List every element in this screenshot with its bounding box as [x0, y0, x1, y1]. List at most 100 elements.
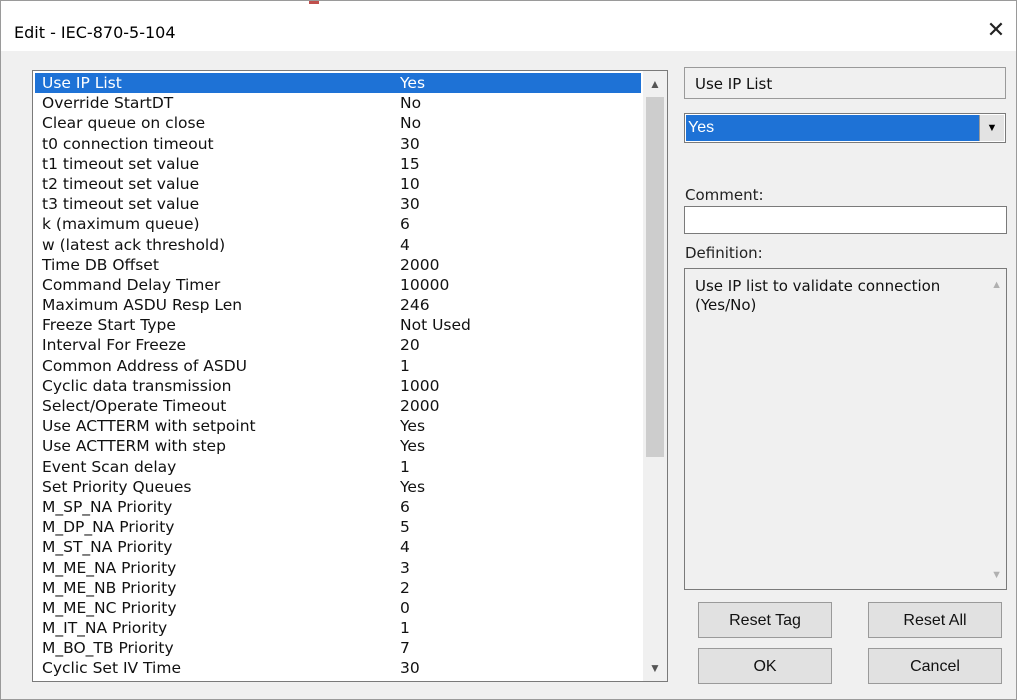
property-value: 0 — [400, 598, 410, 617]
property-row[interactable]: Clear queue on close No — [35, 113, 641, 133]
definition-box: Use IP list to validate connection (Yes/… — [684, 268, 1007, 590]
property-name: Override StartDT — [42, 94, 174, 113]
property-name: M_SP_NA Priority — [42, 497, 173, 516]
property-name: M_DP_NA Priority — [42, 518, 175, 537]
property-row[interactable]: Use ACTTERM with step Yes — [35, 436, 641, 456]
property-value: 6 — [400, 497, 410, 516]
property-row[interactable]: M_ME_NB Priority 2 — [35, 578, 641, 598]
property-row[interactable]: M_ME_NC Priority 0 — [35, 598, 641, 618]
property-name: Use ACTTERM with step — [42, 437, 226, 456]
property-name: Freeze Start Type — [42, 316, 176, 335]
property-name: Set Priority Queues — [42, 477, 192, 496]
definition-text: Use IP list to validate connection (Yes/… — [695, 277, 941, 314]
scroll-down-icon[interactable]: ▼ — [643, 657, 667, 679]
definition-label: Definition: — [685, 244, 763, 262]
property-row[interactable]: Time DB Offset 2000 — [35, 255, 641, 275]
property-value: 30 — [400, 659, 420, 678]
selected-field-name: Use IP List — [684, 67, 1006, 99]
property-row[interactable]: M_DP_NA Priority 5 — [35, 517, 641, 537]
property-row[interactable]: t1 timeout set value 15 — [35, 154, 641, 174]
property-value: 15 — [400, 154, 420, 173]
property-name: w (latest ack threshold) — [42, 235, 226, 254]
property-name: t0 connection timeout — [42, 134, 214, 153]
property-name: Time DB Offset — [42, 255, 159, 274]
property-value: Yes — [400, 437, 426, 456]
property-value: 4 — [400, 235, 410, 254]
property-value: 1000 — [400, 376, 440, 395]
reset-tag-button[interactable]: Reset Tag — [698, 602, 832, 638]
property-value: No — [400, 94, 422, 113]
property-row[interactable]: M_ST_NA Priority 4 — [35, 537, 641, 557]
property-value: 4 — [400, 538, 410, 557]
property-rows: Use IP List Yes Override StartDT No Clear qu… — [35, 73, 641, 679]
ok-button[interactable]: OK — [698, 648, 832, 684]
property-name: Cyclic data transmission — [42, 376, 232, 395]
comment-field[interactable] — [684, 206, 1007, 234]
cancel-button[interactable]: Cancel — [868, 648, 1002, 684]
property-value: 246 — [400, 296, 430, 315]
property-name: Maximum ASDU Resp Len — [42, 296, 243, 315]
chevron-down-icon[interactable]: ▼ — [979, 115, 1004, 141]
property-row[interactable]: Command Delay Timer 10000 — [35, 275, 641, 295]
property-value: Not Used — [400, 316, 471, 335]
property-row[interactable]: Use IP List Yes — [35, 73, 641, 94]
property-row[interactable]: Interval For Freeze 20 — [35, 335, 641, 355]
property-name: Clear queue on close — [42, 114, 206, 133]
property-value: 7 — [400, 639, 410, 658]
property-value: 30 — [400, 134, 420, 153]
property-row[interactable]: Override StartDT No — [35, 93, 641, 113]
property-value: 1 — [400, 619, 410, 638]
property-value: Yes — [400, 74, 426, 92]
property-name: Use IP List — [42, 74, 122, 92]
property-row[interactable]: M_BO_TB Priority 7 — [35, 638, 641, 658]
property-row[interactable]: Cyclic Set IV Time 30 — [35, 658, 641, 678]
definition-scroll-up-icon[interactable]: ▲ — [991, 279, 1002, 291]
property-value: 30 — [400, 195, 420, 214]
property-row[interactable]: t0 connection timeout 30 — [35, 134, 641, 154]
property-name: t1 timeout set value — [42, 154, 200, 173]
reset-all-button[interactable]: Reset All — [868, 602, 1002, 638]
comment-label: Comment: — [685, 186, 764, 204]
property-value: 10 — [400, 174, 420, 193]
selected-field-label: Use IP List — [695, 75, 773, 93]
property-value: Yes — [400, 477, 426, 496]
property-row[interactable]: Select/Operate Timeout 2000 — [35, 396, 641, 416]
title-bar: Edit - IEC-870-5-104 ✕ — [1, 1, 1016, 51]
property-row[interactable]: k (maximum queue) 6 — [35, 214, 641, 234]
property-row[interactable]: Maximum ASDU Resp Len 246 — [35, 295, 641, 315]
property-row[interactable]: t3 timeout set value 30 — [35, 194, 641, 214]
scroll-thumb[interactable] — [646, 97, 664, 457]
property-name: Use ACTTERM with setpoint — [42, 417, 256, 436]
property-row[interactable]: Event Scan delay 1 — [35, 457, 641, 477]
list-scrollbar[interactable]: ▲ ▼ — [643, 71, 667, 681]
property-value: 3 — [400, 558, 410, 577]
property-row[interactable]: M_ME_NA Priority 3 — [35, 558, 641, 578]
property-value: 10000 — [400, 275, 450, 294]
property-row[interactable]: Common Address of ASDU 1 — [35, 356, 641, 376]
property-name: M_ME_NA Priority — [42, 558, 177, 577]
property-value: 2 — [400, 578, 410, 597]
close-icon[interactable]: ✕ — [979, 15, 1013, 45]
property-row[interactable]: M_SP_NA Priority 6 — [35, 497, 641, 517]
property-value: 1 — [400, 356, 410, 375]
property-value: 6 — [400, 215, 410, 234]
property-row[interactable]: Freeze Start Type Not Used — [35, 315, 641, 335]
property-value: 20 — [400, 336, 420, 355]
property-row[interactable]: M_IT_NA Priority 1 — [35, 618, 641, 638]
value-dropdown[interactable]: Yes ▼ — [684, 113, 1006, 143]
property-row[interactable]: Set Priority Queues Yes — [35, 477, 641, 497]
property-row[interactable]: Cyclic data transmission 1000 — [35, 376, 641, 396]
property-value: 1 — [400, 457, 410, 476]
value-dropdown-selected[interactable]: Yes — [686, 115, 979, 141]
property-row[interactable]: Use ACTTERM with setpoint Yes — [35, 416, 641, 436]
definition-scroll-down-icon[interactable]: ▼ — [991, 569, 1002, 581]
property-list[interactable]: Use IP List Yes Override StartDT No Clear qu… — [32, 70, 668, 682]
property-row[interactable]: t2 timeout set value 10 — [35, 174, 641, 194]
property-name: M_ME_NC Priority — [42, 598, 177, 617]
property-name: t2 timeout set value — [42, 174, 200, 193]
property-name: Common Address of ASDU — [42, 356, 247, 375]
property-row[interactable]: w (latest ack threshold) 4 — [35, 235, 641, 255]
property-value: Yes — [400, 417, 426, 436]
scroll-up-icon[interactable]: ▲ — [643, 73, 667, 95]
property-value: 2000 — [400, 397, 440, 415]
